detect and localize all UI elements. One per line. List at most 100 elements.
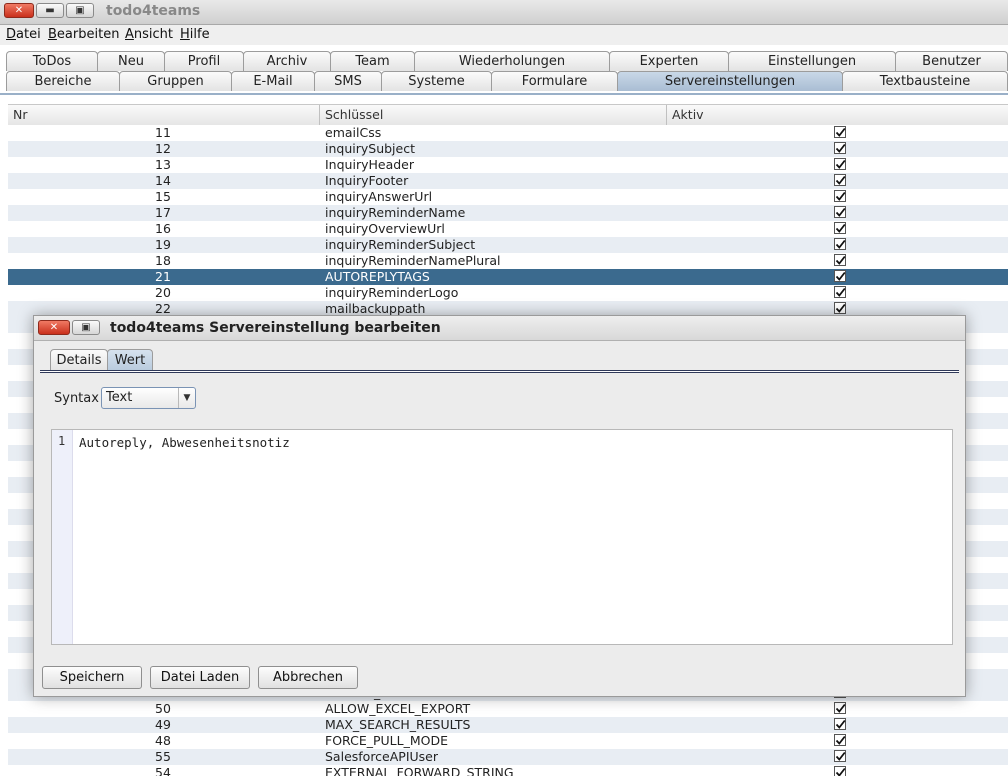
table-row[interactable]: 55 SalesforceAPIUser [8, 749, 1008, 765]
cancel-button[interactable]: Abbrechen [258, 666, 358, 689]
tab-todos[interactable]: ToDos [6, 51, 98, 71]
cell-key: FORCE_PULL_MODE [325, 733, 448, 748]
active-checkbox[interactable] [834, 750, 846, 762]
minimize-window-button[interactable]: ▬ [36, 3, 64, 18]
active-checkbox[interactable] [834, 766, 846, 776]
editor-gutter: 1 [52, 430, 73, 644]
load-file-button[interactable]: Datei Laden [150, 666, 250, 689]
active-checkbox[interactable] [834, 270, 846, 282]
cell-key: EXTERNAL_FORWARD_STRING [325, 765, 514, 776]
active-checkbox[interactable] [834, 222, 846, 234]
dialog-tab-separator [40, 370, 959, 373]
cell-nr: 48 [155, 733, 171, 748]
active-checkbox[interactable] [834, 190, 846, 202]
menu-bearbeiten[interactable]: Bearbeiten [48, 27, 119, 42]
chevron-down-icon[interactable]: ▼ [178, 388, 195, 408]
cell-key: inquiryOverviewUrl [325, 221, 445, 236]
cell-nr: 16 [155, 221, 171, 236]
cell-key: emailCss [325, 125, 382, 140]
syntax-select-value: Text [106, 390, 133, 405]
table-header: Nr Schlüssel Aktiv [8, 104, 1008, 126]
active-checkbox[interactable] [834, 302, 846, 314]
cell-nr: 13 [155, 157, 171, 172]
table-row[interactable]: 18 inquiryReminderNamePlural [8, 253, 1008, 269]
cell-nr: 18 [155, 253, 171, 268]
tab-sms[interactable]: SMS [314, 71, 382, 91]
maximize-window-button[interactable]: ▣ [66, 3, 94, 18]
active-checkbox[interactable] [834, 286, 846, 298]
edit-setting-dialog: ✕ ▣ todo4teams Servereinstellung bearbei… [33, 315, 966, 697]
table-row[interactable]: 17 inquiryReminderName [8, 205, 1008, 221]
cell-nr: 50 [155, 701, 171, 716]
table-row[interactable]: 11 emailCss [8, 125, 1008, 141]
active-checkbox[interactable] [834, 702, 846, 714]
cell-key: inquiryAnswerUrl [325, 189, 433, 204]
table-row[interactable]: 21 AUTOREPLYTAGS [8, 269, 1008, 285]
column-header-nr[interactable]: Nr [13, 107, 28, 122]
table-row[interactable]: 16 inquiryOverviewUrl [8, 221, 1008, 237]
active-checkbox[interactable] [834, 238, 846, 250]
active-checkbox[interactable] [834, 174, 846, 186]
menu-hilfe[interactable]: Hilfe [180, 27, 210, 42]
tab-gruppen[interactable]: Gruppen [119, 71, 232, 91]
tab-neu[interactable]: Neu [97, 51, 165, 71]
editor-text[interactable]: Autoreply, Abwesenheitsnotiz [79, 435, 290, 450]
table-row[interactable]: 13 InquiryHeader [8, 157, 1008, 173]
active-checkbox[interactable] [834, 142, 846, 154]
cell-key: inquirySubject [325, 141, 415, 156]
table-row[interactable]: 20 inquiryReminderLogo [8, 285, 1008, 301]
column-header-aktiv[interactable]: Aktiv [672, 107, 704, 122]
menu-ansicht[interactable]: Ansicht [125, 27, 173, 42]
dialog-close-button[interactable]: ✕ [38, 320, 70, 335]
tab-formulare[interactable]: Formulare [491, 71, 618, 91]
close-window-button[interactable]: ✕ [4, 3, 34, 18]
close-icon: ✕ [49, 322, 59, 333]
tab-benutzer[interactable]: Benutzer [895, 51, 1008, 71]
dialog-maximize-button[interactable]: ▣ [72, 320, 100, 335]
active-checkbox[interactable] [834, 158, 846, 170]
cell-nr: 11 [155, 125, 171, 140]
tab-profil[interactable]: Profil [164, 51, 244, 71]
active-checkbox[interactable] [834, 734, 846, 746]
active-checkbox[interactable] [834, 718, 846, 730]
table-row[interactable]: 12 inquirySubject [8, 141, 1008, 157]
cell-nr: 12 [155, 141, 171, 156]
table-row[interactable]: 49 MAX_SEARCH_RESULTS [8, 717, 1008, 733]
cell-nr: 20 [155, 285, 171, 300]
cell-nr: 49 [155, 717, 171, 732]
column-header-key[interactable]: Schlüssel [325, 107, 383, 122]
table-row[interactable]: 19 inquiryReminderSubject [8, 237, 1008, 253]
dialog-title: todo4teams Servereinstellung bearbeiten [110, 320, 441, 336]
menu-bar: Datei Bearbeiten Ansicht Hilfe [0, 25, 1008, 45]
value-editor[interactable]: 1 Autoreply, Abwesenheitsnotiz [51, 429, 953, 645]
tab-servereinstellungen[interactable]: Servereinstellungen [617, 71, 843, 91]
tab-wiederholungen[interactable]: Wiederholungen [414, 51, 610, 71]
active-checkbox[interactable] [834, 206, 846, 218]
table-row[interactable]: 50 ALLOW_EXCEL_EXPORT [8, 701, 1008, 717]
syntax-select[interactable]: Text ▼ [101, 387, 196, 409]
cell-key: inquiryReminderName [325, 205, 466, 220]
tab-einstellungen[interactable]: Einstellungen [728, 51, 896, 71]
active-checkbox[interactable] [834, 254, 846, 266]
cell-nr: 21 [155, 269, 171, 284]
tab-experten[interactable]: Experten [609, 51, 729, 71]
table-row[interactable]: 48 FORCE_PULL_MODE [8, 733, 1008, 749]
tab-archiv[interactable]: Archiv [243, 51, 331, 71]
tab-e-mail[interactable]: E-Mail [231, 71, 315, 91]
dialog-tab-details[interactable]: Details [50, 349, 108, 371]
table-row[interactable]: 14 InquiryFooter [8, 173, 1008, 189]
active-checkbox[interactable] [834, 126, 846, 138]
tab-team[interactable]: Team [330, 51, 415, 71]
save-button[interactable]: Speichern [42, 666, 142, 689]
dialog-tab-wert[interactable]: Wert [107, 349, 153, 371]
tab-separator [0, 93, 1008, 95]
tab-bereiche[interactable]: Bereiche [6, 71, 120, 91]
tab-row-1: ToDos Neu Profil Archiv Team Wiederholun… [0, 51, 1008, 71]
line-number: 1 [58, 434, 66, 448]
table-row[interactable]: 15 inquiryAnswerUrl [8, 189, 1008, 205]
table-row[interactable]: 54 EXTERNAL_FORWARD_STRING [8, 765, 1008, 776]
tab-systeme[interactable]: Systeme [381, 71, 492, 91]
tab-textbausteine[interactable]: Textbausteine [842, 71, 1008, 91]
menu-datei[interactable]: Datei [6, 27, 41, 42]
close-icon: ✕ [14, 5, 24, 16]
